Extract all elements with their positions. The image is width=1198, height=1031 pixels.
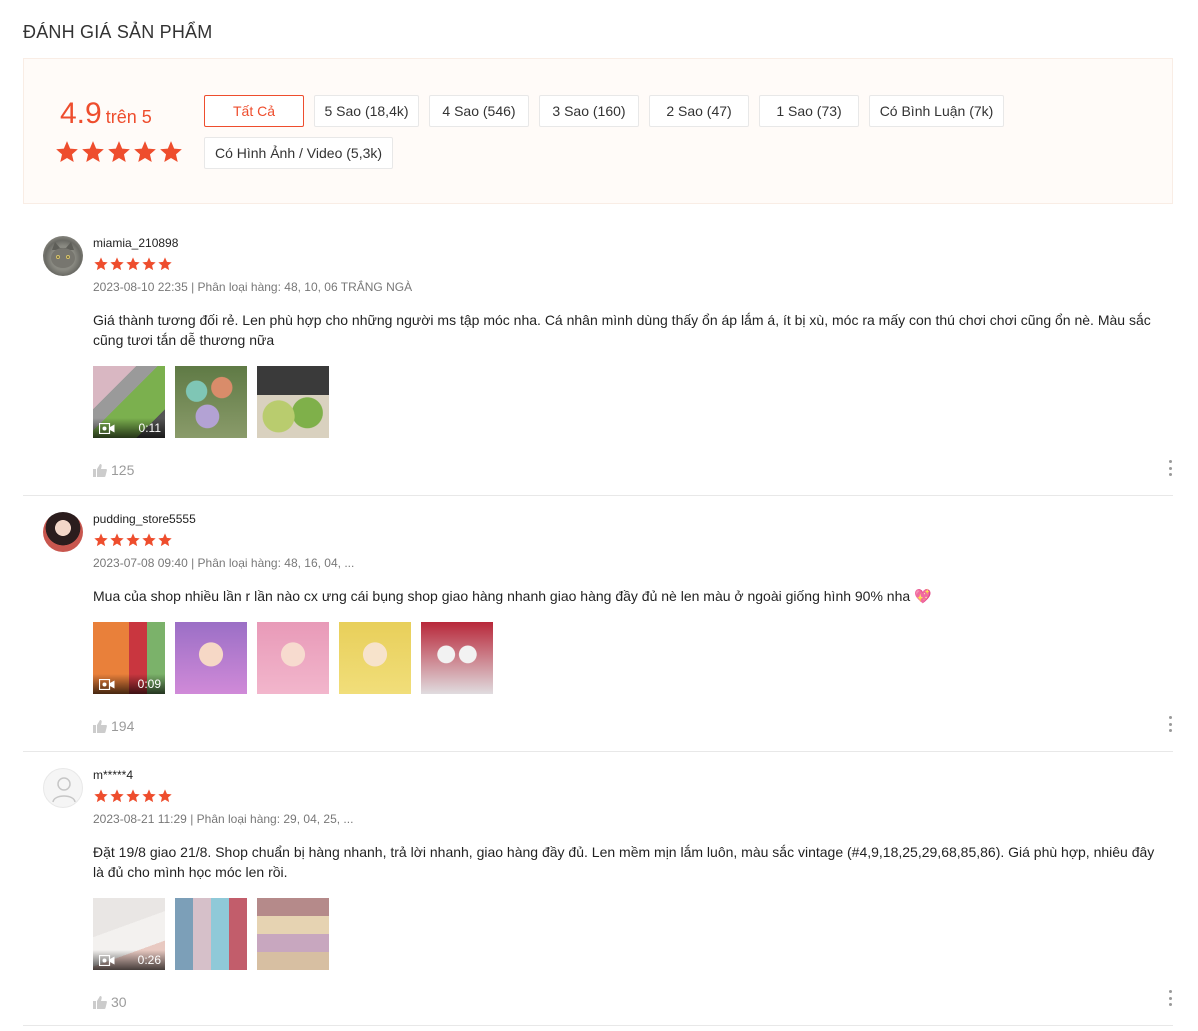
video-duration: 0:09: [137, 677, 161, 691]
avatar[interactable]: [43, 768, 83, 808]
review-image-thumbnail[interactable]: [257, 622, 329, 694]
review-media: 0:11: [93, 366, 1173, 438]
review-video-thumbnail[interactable]: 0:26: [93, 898, 165, 970]
thumbs-up-icon: [93, 720, 107, 733]
rating-summary: 4.9 trên 5 Tất Cả 5 Sao (18,4k) 4 Sao (54…: [23, 58, 1173, 204]
review-image-thumbnail[interactable]: [175, 366, 247, 438]
video-duration: 0:26: [137, 953, 161, 967]
review-image-thumbnail[interactable]: [175, 898, 247, 970]
review-image-thumbnail[interactable]: [421, 622, 493, 694]
review-video-thumbnail[interactable]: 0:09: [93, 622, 165, 694]
review-stars: [93, 256, 1173, 272]
more-options-icon[interactable]: [1167, 990, 1173, 1006]
review-media: 0:09: [93, 622, 1173, 694]
video-overlay: 0:11: [93, 418, 165, 438]
review-item: m*****4 2023-08-21 11:29 | Phân loại hàn…: [23, 768, 1173, 1026]
star-icon: [109, 532, 125, 548]
star-icon: [141, 256, 157, 272]
review-image-thumbnail[interactable]: [339, 622, 411, 694]
review-comment: Giá thành tương đối rẻ. Len phù hợp cho …: [93, 312, 1151, 348]
thumbs-up-icon: [93, 996, 107, 1009]
star-icon: [157, 532, 173, 548]
star-icon: [141, 788, 157, 804]
video-overlay: 0:09: [93, 674, 165, 694]
review-content: pudding_store5555 2023-07-08 09:40 | Phâ…: [93, 512, 1173, 734]
review-comment: Đặt 19/8 giao 21/8. Shop chuẩn bị hàng n…: [93, 844, 1155, 880]
page-title: ĐÁNH GIÁ SẢN PHẨM: [23, 22, 213, 42]
video-camera-icon: [99, 422, 115, 434]
filter-5-star-button[interactable]: 5 Sao (18,4k): [314, 95, 419, 127]
star-icon: [106, 139, 132, 165]
star-icon: [93, 788, 109, 804]
like-button[interactable]: 194: [93, 718, 1173, 734]
review-username[interactable]: m*****4: [93, 768, 1173, 782]
filter-2-star-button[interactable]: 2 Sao (47): [649, 95, 749, 127]
review-image-thumbnail[interactable]: [257, 366, 329, 438]
video-duration: 0:11: [138, 421, 161, 435]
filter-all-button[interactable]: Tất Cả: [204, 95, 304, 127]
star-icon: [93, 532, 109, 548]
star-icon: [125, 532, 141, 548]
filter-1-star-button[interactable]: 1 Sao (73): [759, 95, 859, 127]
filter-with-comment-button[interactable]: Có Bình Luận (7k): [869, 95, 1004, 127]
review-image-thumbnail[interactable]: [175, 622, 247, 694]
more-options-icon[interactable]: [1167, 460, 1173, 476]
star-icon: [93, 256, 109, 272]
review-item: pudding_store5555 2023-07-08 09:40 | Phâ…: [23, 512, 1173, 752]
review-comment: Mua của shop nhiều lần r lần nào cx ưng …: [93, 588, 932, 604]
like-count: 194: [111, 718, 135, 734]
star-icon: [125, 788, 141, 804]
review-media: 0:26: [93, 898, 1173, 970]
filter-3-star-button[interactable]: 3 Sao (160): [539, 95, 639, 127]
rating-filters: Tất Cả 5 Sao (18,4k) 4 Sao (546) 3 Sao (…: [204, 95, 1024, 169]
user-placeholder-icon: [52, 777, 76, 803]
thumbs-up-icon: [93, 464, 107, 477]
video-overlay: 0:26: [93, 950, 165, 970]
video-camera-icon: [99, 954, 115, 966]
review-meta: 2023-08-10 22:35 | Phân loại hàng: 48, 1…: [93, 280, 413, 294]
more-options-icon[interactable]: [1167, 716, 1173, 732]
review-content: miamia_210898 2023-08-10 22:35 | Phân lo…: [93, 236, 1173, 478]
review-content: m*****4 2023-08-21 11:29 | Phân loại hàn…: [93, 768, 1173, 1010]
overall-stars: [54, 139, 184, 165]
filter-with-media-button[interactable]: Có Hình Ảnh / Video (5,3k): [204, 137, 393, 169]
review-image-thumbnail[interactable]: [257, 898, 329, 970]
avatar[interactable]: [43, 236, 83, 276]
like-count: 125: [111, 462, 135, 478]
review-stars: [93, 532, 1173, 548]
star-icon: [141, 532, 157, 548]
star-icon: [109, 788, 125, 804]
review-item: miamia_210898 2023-08-10 22:35 | Phân lo…: [23, 236, 1173, 496]
star-icon: [158, 139, 184, 165]
overall-score-value: 4.9: [60, 97, 102, 130]
review-meta: 2023-07-08 09:40 | Phân loại hàng: 48, 1…: [93, 556, 355, 570]
like-button[interactable]: 30: [93, 994, 1173, 1010]
star-icon: [125, 256, 141, 272]
overall-score-suffix: trên 5: [105, 107, 152, 127]
avatar[interactable]: [43, 512, 83, 552]
overall-score: 4.9 trên 5: [60, 97, 152, 131]
star-icon: [54, 139, 80, 165]
review-stars: [93, 788, 1173, 804]
review-username[interactable]: pudding_store5555: [93, 512, 1173, 526]
like-button[interactable]: 125: [93, 462, 1173, 478]
star-icon: [157, 788, 173, 804]
star-icon: [132, 139, 158, 165]
star-icon: [80, 139, 106, 165]
review-meta: 2023-08-21 11:29 | Phân loại hàng: 29, 0…: [93, 812, 354, 826]
video-camera-icon: [99, 678, 115, 690]
star-icon: [109, 256, 125, 272]
filter-4-star-button[interactable]: 4 Sao (546): [429, 95, 529, 127]
review-username[interactable]: miamia_210898: [93, 236, 1173, 250]
like-count: 30: [111, 994, 127, 1010]
cat-avatar-icon: [51, 242, 75, 268]
star-icon: [157, 256, 173, 272]
review-video-thumbnail[interactable]: 0:11: [93, 366, 165, 438]
